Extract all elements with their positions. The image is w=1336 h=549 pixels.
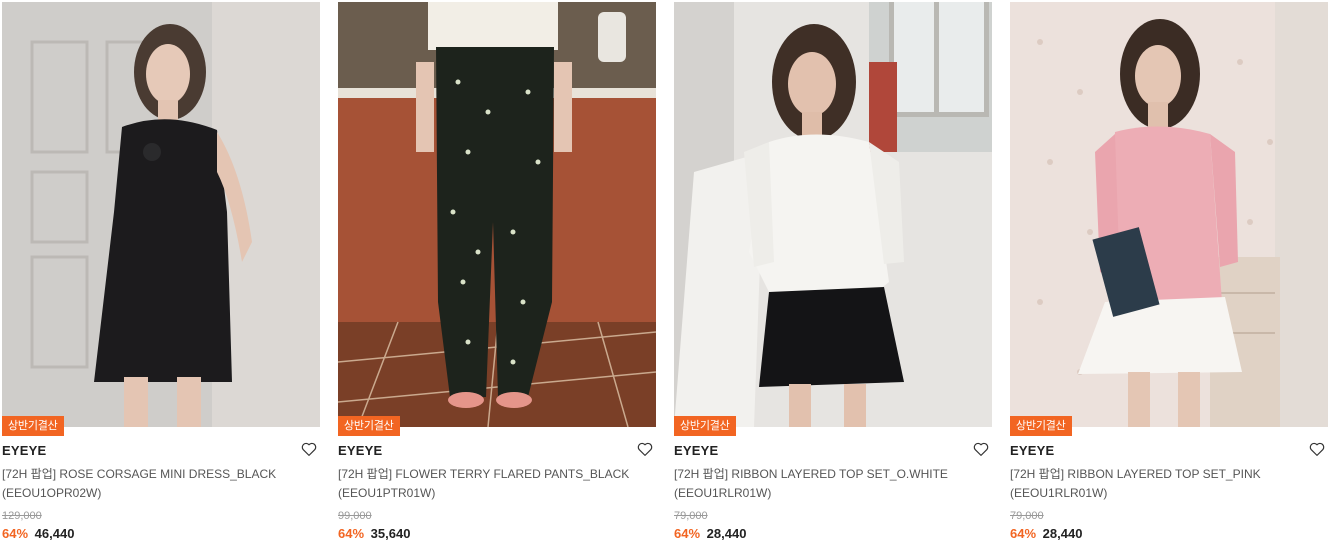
brand-name[interactable]: EYEYE bbox=[338, 443, 382, 458]
heart-icon[interactable] bbox=[1308, 440, 1326, 458]
original-price: 79,000 bbox=[1010, 510, 1044, 522]
product-photo[interactable] bbox=[2, 2, 320, 427]
product-grid: 상반기결산 EYEYE [72H 팝업] ROSE CORSAGE MINI D… bbox=[2, 2, 1332, 547]
price-row: 64% 46,440 bbox=[2, 526, 74, 541]
white-top-photo bbox=[674, 2, 992, 427]
brand-name[interactable]: EYEYE bbox=[1010, 443, 1054, 458]
price-row: 64% 28,440 bbox=[674, 526, 746, 541]
promo-badge: 상반기결산 bbox=[1010, 416, 1072, 436]
sale-price: 35,640 bbox=[370, 526, 411, 541]
heart-icon[interactable] bbox=[636, 440, 654, 458]
product-name[interactable]: [72H 팝업] RIBBON LAYERED TOP SET_PINK (EE… bbox=[1010, 465, 1310, 503]
brand-name[interactable]: EYEYE bbox=[2, 443, 46, 458]
product-code: (EEOU1PTR01W) bbox=[338, 486, 436, 500]
product-code: (EEOU1RLR01W) bbox=[674, 486, 772, 500]
promo-badge: 상반기결산 bbox=[674, 416, 736, 436]
black-mini-dress-photo bbox=[2, 2, 320, 427]
product-photo[interactable] bbox=[338, 2, 656, 427]
discount-rate: 64% bbox=[674, 526, 701, 541]
product-name[interactable]: [72H 팝업] RIBBON LAYERED TOP SET_O.WHITE … bbox=[674, 465, 974, 503]
product-card[interactable]: 상반기결산 EYEYE [72H 팝업] RIBBON LAYERED TOP … bbox=[1010, 2, 1328, 547]
original-price: 79,000 bbox=[674, 510, 708, 522]
product-code: (EEOU1RLR01W) bbox=[1010, 486, 1108, 500]
promo-badge: 상반기결산 bbox=[2, 416, 64, 436]
original-price: 99,000 bbox=[338, 510, 372, 522]
product-title: [72H 팝업] ROSE CORSAGE MINI DRESS_BLACK bbox=[2, 467, 277, 481]
product-photo[interactable] bbox=[1010, 2, 1328, 427]
heart-icon[interactable] bbox=[300, 440, 318, 458]
product-name[interactable]: [72H 팝업] ROSE CORSAGE MINI DRESS_BLACK (… bbox=[2, 465, 302, 503]
pink-top-photo bbox=[1010, 2, 1328, 427]
product-title: [72H 팝업] RIBBON LAYERED TOP SET_PINK bbox=[1010, 467, 1261, 481]
discount-rate: 64% bbox=[1010, 526, 1037, 541]
product-card[interactable]: 상반기결산 EYEYE [72H 팝업] FLOWER TERRY FLARED… bbox=[338, 2, 656, 547]
sale-price: 46,440 bbox=[34, 526, 75, 541]
discount-rate: 64% bbox=[338, 526, 365, 541]
original-price: 129,000 bbox=[2, 510, 42, 522]
product-name[interactable]: [72H 팝업] FLOWER TERRY FLARED PANTS_BLACK… bbox=[338, 465, 638, 503]
discount-rate: 64% bbox=[2, 526, 29, 541]
floral-pants-photo bbox=[338, 2, 656, 427]
product-card[interactable]: 상반기결산 EYEYE [72H 팝업] ROSE CORSAGE MINI D… bbox=[2, 2, 320, 547]
price-row: 64% 35,640 bbox=[338, 526, 410, 541]
promo-badge: 상반기결산 bbox=[338, 416, 400, 436]
product-title: [72H 팝업] FLOWER TERRY FLARED PANTS_BLACK bbox=[338, 467, 630, 481]
sale-price: 28,440 bbox=[1042, 526, 1083, 541]
product-card[interactable]: 상반기결산 EYEYE [72H 팝업] RIBBON LAYERED TOP … bbox=[674, 2, 992, 547]
sale-price: 28,440 bbox=[706, 526, 747, 541]
heart-icon[interactable] bbox=[972, 440, 990, 458]
product-code: (EEOU1OPR02W) bbox=[2, 486, 102, 500]
product-photo[interactable] bbox=[674, 2, 992, 427]
product-title: [72H 팝업] RIBBON LAYERED TOP SET_O.WHITE bbox=[674, 467, 948, 481]
price-row: 64% 28,440 bbox=[1010, 526, 1082, 541]
brand-name[interactable]: EYEYE bbox=[674, 443, 718, 458]
